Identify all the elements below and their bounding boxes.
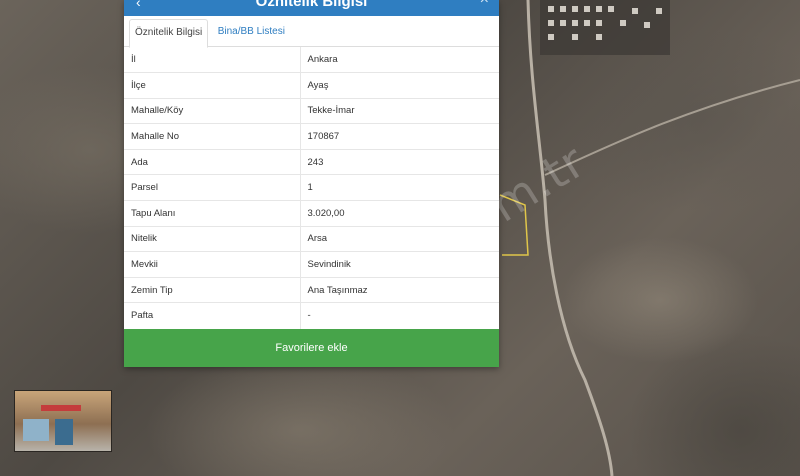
table-row: Mahalle No 170867 — [124, 123, 499, 150]
attribute-value: Sevindinik — [300, 251, 499, 278]
attribute-info-panel: ‹ Öznitelik Bilgisi × Öznitelik Bilgisi … — [124, 0, 499, 367]
attribute-value: Arsa — [300, 225, 499, 252]
table-row: İl Ankara — [124, 47, 499, 73]
attribute-value: Ankara — [307, 54, 338, 66]
tab-attribute-info[interactable]: Öznitelik Bilgisi — [129, 19, 209, 48]
attribute-value: Tekke-İmar — [300, 97, 499, 124]
panel-title: Öznitelik Bilgisi — [255, 0, 368, 10]
table-row: Mevkii Sevindinik — [124, 251, 499, 278]
attribute-key: İl — [124, 47, 301, 73]
table-row: Tapu Alanı 3.020,00 — [124, 200, 499, 227]
attribute-key: Pafta — [124, 302, 301, 329]
attribute-value: 243 — [300, 148, 499, 175]
attribute-table: İl Ankara İlçe Ayaş Mahalle/Köy Tekke-İmar Mah… — [124, 47, 499, 329]
attribute-value: 170867 — [300, 123, 499, 150]
tab-bar: Öznitelik Bilgisi Bina/BB Listesi — [124, 16, 499, 48]
attribute-key: Zemin Tip — [124, 276, 301, 303]
table-row: Parsel 1 — [124, 174, 499, 201]
attribute-key: Parsel — [124, 174, 301, 201]
sign-stripe — [41, 405, 81, 411]
attribute-value: Ayaş — [300, 72, 499, 99]
attribute-key: Ada — [124, 148, 301, 175]
add-to-favorites-button[interactable]: Favorilere ekle — [124, 329, 499, 367]
table-row: Mahalle/Köy Tekke-İmar — [124, 97, 499, 124]
attribute-key: Tapu Alanı — [124, 200, 301, 227]
attribute-key: Nitelik — [124, 225, 301, 252]
door-shape — [55, 419, 73, 445]
attribute-value: - — [300, 302, 499, 329]
table-row: İlçe Ayaş — [124, 72, 499, 99]
panel-header: ‹ Öznitelik Bilgisi × — [124, 0, 499, 16]
attribute-key: İlçe — [124, 72, 301, 99]
logo-thumbnail — [14, 390, 112, 452]
attribute-key: Mahalle/Köy — [124, 97, 301, 124]
attribute-key: Mevkii — [124, 251, 301, 278]
table-row: Pafta - — [124, 302, 499, 329]
close-icon[interactable]: × — [480, 0, 489, 9]
table-row: Ada 243 — [124, 148, 499, 175]
attribute-value: Ana Taşınmaz — [300, 276, 499, 303]
road-line — [526, 0, 614, 476]
attribute-value: 1 — [300, 174, 499, 201]
tab-building-list[interactable]: Bina/BB Listesi — [213, 19, 290, 47]
table-row: Zemin Tip Ana Taşınmaz — [124, 276, 499, 303]
table-row: Nitelik Arsa — [124, 225, 499, 252]
building-cluster — [540, 0, 670, 55]
attribute-value: 3.020,00 — [300, 200, 499, 227]
attribute-key: Mahalle No — [124, 123, 301, 150]
window-shape — [23, 419, 49, 441]
